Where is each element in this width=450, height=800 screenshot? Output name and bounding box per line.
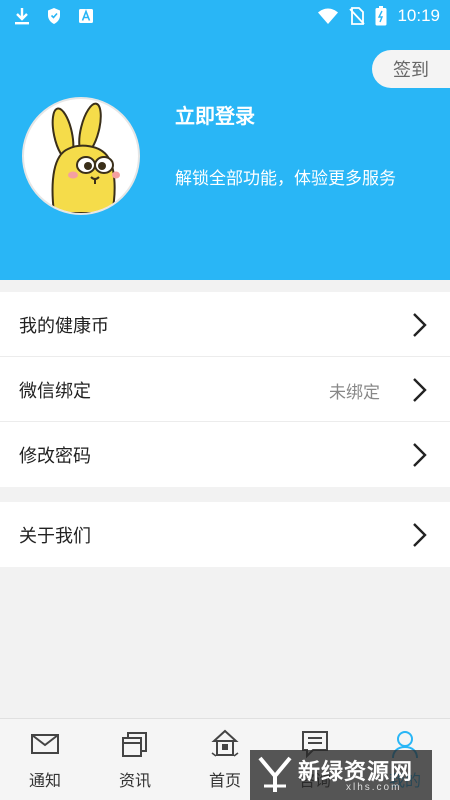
tab-label: 通知 [28, 771, 61, 790]
signin-button[interactable]: 签到 [372, 50, 450, 88]
binding-status: 未绑定 [329, 383, 380, 403]
menu-item-label: 微信绑定 [19, 381, 91, 402]
watermark: 新绿资源网 xlhs.com [250, 750, 432, 800]
menu-item-label: 关于我们 [19, 526, 91, 547]
a-icon [78, 7, 94, 25]
login-title[interactable]: 立即登录 [175, 100, 255, 129]
tab-news[interactable]: 资讯 [90, 719, 180, 800]
chevron-right-icon [413, 523, 427, 547]
chevron-right-icon [413, 443, 427, 467]
battery-icon [375, 6, 387, 26]
news-icon [122, 732, 147, 757]
watermark-logo [258, 756, 292, 792]
menu-item-label: 修改密码 [19, 446, 91, 467]
tab-label: 资讯 [118, 771, 151, 790]
avatar[interactable] [22, 97, 140, 215]
download-icon [14, 7, 30, 25]
menu-item-change-password[interactable]: 修改密码 [0, 422, 450, 487]
profile-header: 10:19 签到 立即登录 解锁全部功能，体验更多服务 [0, 0, 450, 280]
clock: 10:19 [397, 6, 440, 25]
wifi-icon [318, 8, 339, 24]
shield-icon [46, 7, 62, 25]
menu-item-wechat-binding[interactable]: 微信绑定 未绑定 [0, 357, 450, 422]
menu-item-label: 我的健康币 [19, 316, 109, 337]
home-icon [211, 729, 239, 757]
watermark-url: xlhs.com [346, 782, 402, 793]
menu-item-about-us[interactable]: 关于我们 [0, 502, 450, 567]
chevron-right-icon [413, 378, 427, 402]
chevron-right-icon [413, 313, 427, 337]
menu-item-health-coins[interactable]: 我的健康币 [0, 292, 450, 357]
mail-icon [31, 734, 59, 754]
tab-notifications[interactable]: 通知 [0, 719, 90, 800]
status-bar: 10:19 [0, 0, 450, 34]
no-sim-icon [349, 7, 366, 25]
menu-group-account: 我的健康币 微信绑定 未绑定 修改密码 [0, 292, 450, 487]
login-subtitle: 解锁全部功能，体验更多服务 [175, 169, 396, 189]
menu-group-about: 关于我们 [0, 502, 450, 567]
